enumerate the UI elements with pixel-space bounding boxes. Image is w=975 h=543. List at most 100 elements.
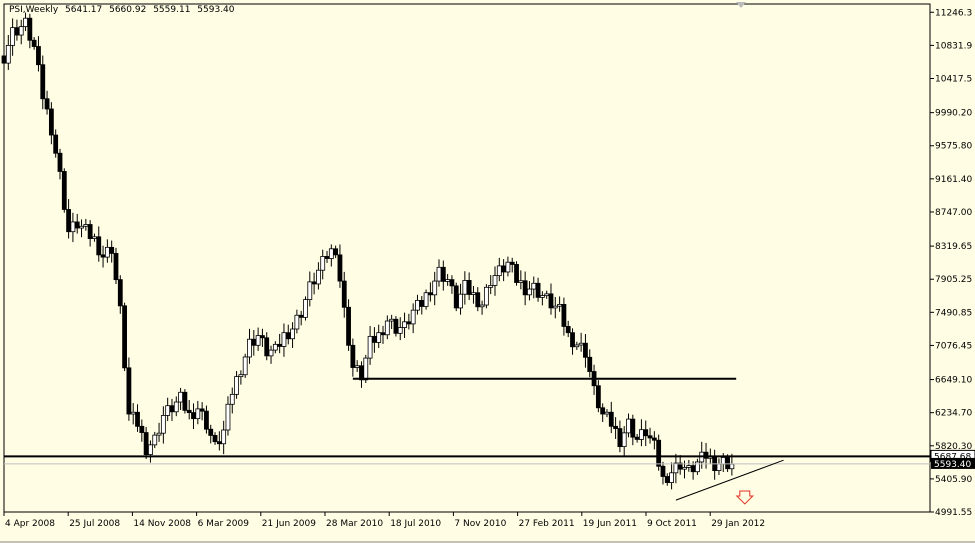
candle-body	[720, 457, 726, 465]
candle-body	[397, 327, 403, 334]
candle-body	[333, 248, 339, 256]
candle-body	[66, 209, 72, 233]
candle-body	[27, 17, 33, 41]
candle-body	[277, 343, 283, 347]
candle-body	[613, 425, 618, 429]
candle-body	[104, 246, 110, 258]
candle-body	[48, 108, 54, 136]
candle-body	[117, 279, 123, 307]
x-tick-label: 21 Jun 2009	[262, 519, 316, 529]
candle-body	[634, 436, 640, 440]
candle-body	[268, 349, 274, 357]
x-tick-label: 29 Jan 2012	[711, 519, 765, 529]
candle-body	[471, 292, 476, 295]
high-value: 5660.92	[109, 5, 147, 15]
candle-body	[255, 335, 261, 346]
candle-body	[130, 411, 136, 415]
candle-body	[83, 224, 89, 227]
candle-body	[393, 318, 399, 334]
candle-body	[242, 356, 248, 376]
x-tick-label: 4 Apr 2008	[5, 519, 55, 529]
candle-body	[501, 265, 507, 273]
candle-body	[148, 444, 153, 456]
candle-body	[294, 314, 300, 330]
candle-body	[139, 425, 145, 433]
candle-body	[44, 98, 50, 110]
candle-body	[316, 269, 321, 285]
candle-body	[307, 281, 313, 301]
candle-body	[660, 465, 666, 477]
candle-body	[630, 418, 636, 438]
candle-body	[518, 280, 524, 283]
candle-body	[527, 288, 532, 296]
candle-body	[608, 411, 614, 427]
candle-body	[87, 224, 93, 239]
y-tick-label: 8319.65	[935, 242, 972, 252]
candle-body	[626, 418, 631, 434]
candle-body	[514, 264, 519, 283]
candle-body	[113, 253, 119, 281]
candle-body	[600, 407, 606, 415]
candle-body	[70, 221, 76, 233]
y-tick-label: 4991.55	[935, 508, 972, 518]
candle-body	[639, 429, 644, 440]
candle-body	[199, 408, 205, 412]
candle-body	[578, 342, 584, 346]
chart-window[interactable]: 11246.3 10831.9 10417.5 9990.20 9575.80 9161.…	[0, 0, 975, 543]
candle-body	[212, 435, 218, 443]
candle-body	[643, 429, 649, 437]
candle-body	[565, 326, 571, 334]
y-tick-label: 11246.3	[935, 8, 972, 18]
candle-body	[427, 292, 433, 296]
candle-body	[53, 134, 59, 154]
candle-body	[31, 39, 37, 47]
candle-body	[109, 246, 115, 254]
y-tick-label: 5405.90	[935, 475, 972, 485]
candle-body	[247, 338, 252, 358]
candle-body	[182, 391, 188, 411]
candle-body	[14, 27, 20, 36]
candle-body	[376, 332, 382, 343]
candle-body	[729, 463, 735, 470]
candle-body	[135, 411, 140, 427]
candle-body	[552, 305, 558, 309]
candle-body	[225, 403, 231, 431]
candle-body	[522, 280, 528, 296]
candle-body	[23, 17, 28, 28]
candle-body	[617, 428, 623, 448]
candle-body	[216, 441, 222, 445]
candle-body	[462, 280, 468, 295]
candle-body	[570, 332, 575, 348]
y-tick-label: 7076.45	[935, 341, 972, 351]
candle-body	[61, 171, 67, 210]
candle-body	[57, 152, 63, 172]
low-value: 5559.11	[153, 5, 191, 15]
candle-body	[505, 261, 511, 273]
candle-body	[272, 343, 278, 351]
close-value: 5593.40	[197, 5, 235, 15]
candle-body	[682, 466, 687, 470]
price-chart[interactable]: 11246.3 10831.9 10417.5 9990.20 9575.80 9161.…	[0, 0, 975, 543]
candle-body	[354, 365, 360, 368]
y-tick-label: 6649.10	[935, 376, 972, 386]
x-tick-label: 14 Nov 2008	[133, 519, 191, 529]
candle-body	[298, 314, 304, 318]
candle-body	[475, 292, 481, 308]
candle-body	[229, 393, 235, 405]
candle-body	[152, 434, 158, 446]
candle-body	[178, 391, 183, 403]
candle-body	[92, 236, 97, 239]
candle-body	[208, 428, 214, 436]
open-value: 5641.17	[65, 5, 103, 15]
scroll-marker-icon	[736, 2, 746, 8]
candle-body	[186, 409, 192, 413]
candle-body	[432, 280, 438, 296]
candle-body	[466, 280, 472, 295]
candle-body	[40, 64, 46, 100]
candle-body	[595, 385, 601, 409]
candle-body	[686, 465, 692, 468]
chart-header: PSI,Weekly 5641.17 5660.92 5559.11 5593.…	[9, 5, 239, 15]
candle-body	[328, 248, 334, 259]
candle-body	[79, 225, 84, 229]
candle-body	[303, 299, 308, 318]
